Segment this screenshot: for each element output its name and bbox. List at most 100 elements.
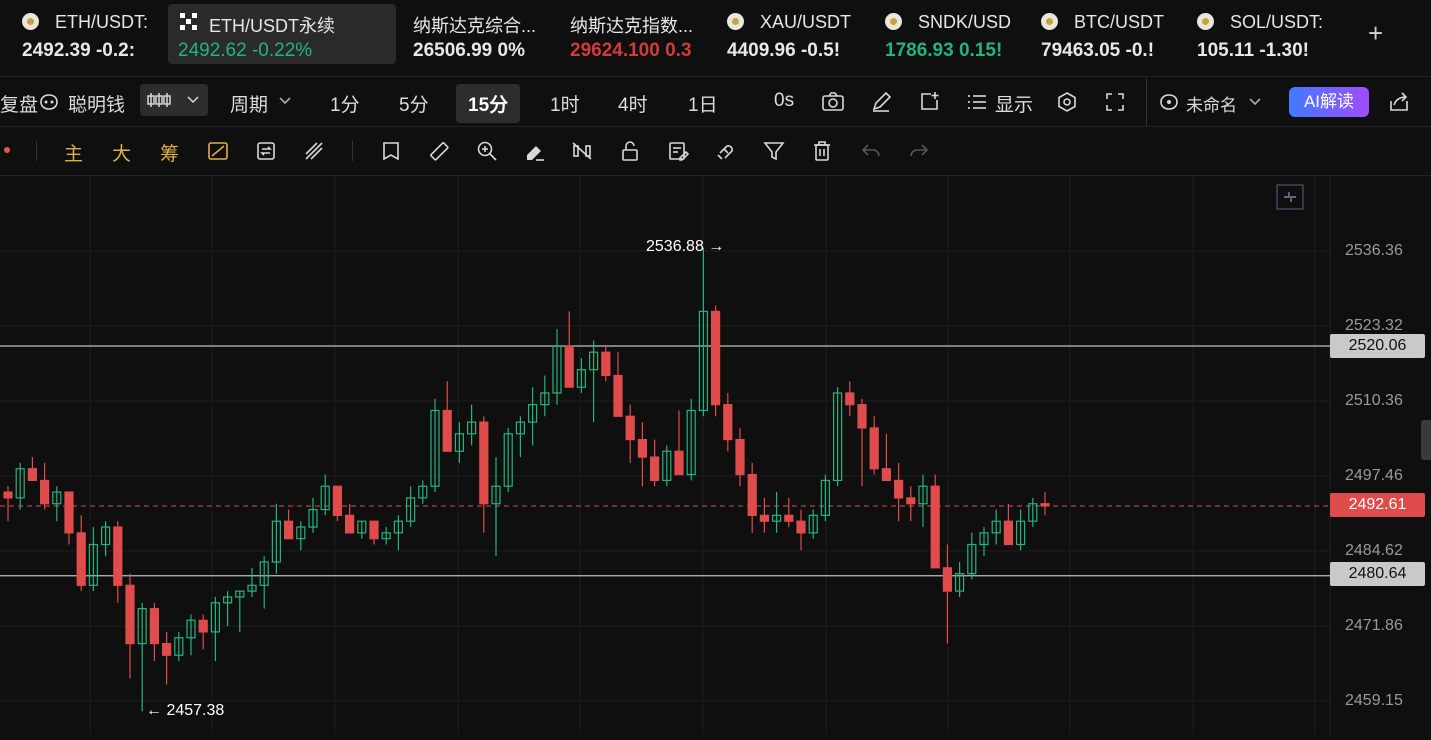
candle-body [845, 392, 855, 406]
filter-icon[interactable] [763, 140, 785, 162]
hide-drawings-icon[interactable] [571, 140, 593, 162]
ticker-item[interactable]: SNDK/USD 1786.93 0.15! [885, 0, 1017, 72]
add-ticker-icon[interactable]: + [1368, 18, 1383, 49]
resistance-price-tag[interactable]: 2520.06 [1330, 334, 1425, 358]
sync-icon[interactable] [255, 140, 277, 162]
zoom-in-icon[interactable] [476, 140, 498, 162]
pencil-icon[interactable] [870, 91, 892, 113]
ticker-price: 79463.05 -0.! [1041, 40, 1155, 61]
ticker-name: ETH/USDT永续 [209, 16, 335, 36]
candle-body [857, 404, 867, 429]
bookmark-icon[interactable] [380, 140, 402, 162]
fullscreen-icon[interactable] [1104, 91, 1126, 113]
interval-5分[interactable]: 5分 [399, 90, 429, 117]
share-icon[interactable] [1388, 91, 1410, 113]
undo-icon[interactable] [860, 140, 882, 162]
ticker-item[interactable]: SOL/USDT: 105.11 -1.30! [1197, 0, 1329, 72]
compare-icon[interactable] [207, 140, 229, 162]
candle-body [759, 514, 770, 522]
edit-note-icon[interactable] [667, 140, 689, 162]
candle-body [625, 415, 635, 441]
candle-body [479, 421, 489, 505]
ticker-price: 2492.39 -0.2: [22, 40, 136, 61]
settings-icon[interactable] [1056, 91, 1078, 113]
ticker-price: 26506.99 0% [413, 40, 525, 61]
interval-1分[interactable]: 1分 [330, 90, 360, 117]
ticker-item[interactable]: 纳斯达克综合... 26506.99 0% [413, 0, 553, 72]
interval-1时[interactable]: 1时 [550, 90, 580, 117]
coin-icon [1197, 13, 1214, 30]
ticker-name: BTC/USDT [1074, 12, 1164, 32]
low-price-label: ← 2457.38 [146, 702, 225, 719]
y-axis-tick: 2510.36 [1345, 392, 1403, 409]
ticker-item[interactable]: ETH/USDT永续 2492.62 -0.22% [168, 4, 396, 64]
trend-tool-icon[interactable] [303, 140, 325, 162]
candle-body [64, 491, 74, 534]
ticker-item[interactable]: XAU/USDT 4409.96 -0.5! [727, 0, 859, 72]
ticker-item[interactable]: 纳斯达克指数... 29624.100 0.3 [570, 0, 710, 72]
big-order-button[interactable]: 大 [112, 139, 131, 166]
coin-icon [885, 13, 902, 30]
ai-interpret-button[interactable]: AI解读 [1289, 87, 1369, 117]
layout-name-dropdown[interactable]: 未命名 [1186, 91, 1237, 116]
coin-icon [1041, 13, 1058, 30]
countdown-label: 0s [774, 90, 795, 111]
drawing-toolbar: 主 大 筹 [0, 127, 1431, 176]
interval-15分[interactable]: 15分 [456, 84, 521, 123]
candle-body [723, 404, 733, 441]
ruler-icon[interactable] [428, 140, 450, 162]
redo-icon[interactable] [908, 140, 930, 162]
side-panel-handle[interactable] [1421, 420, 1431, 460]
interval-1日[interactable]: 1日 [688, 90, 718, 117]
candle-body [796, 520, 806, 534]
add-indicator-icon[interactable] [918, 91, 940, 113]
ticker-name: ETH/USDT: [55, 12, 149, 32]
chart-canvas[interactable] [0, 176, 1431, 735]
y-axis-tick: 2471.86 [1345, 617, 1403, 634]
y-axis-tick: 2484.62 [1345, 542, 1403, 559]
ticker-price: 105.11 -1.30! [1197, 40, 1309, 61]
candle-body [613, 374, 623, 417]
candle-body [345, 514, 355, 534]
chevron-down-icon [1248, 97, 1262, 107]
support-price-tag[interactable]: 2480.64 [1330, 562, 1425, 586]
smart-money-button[interactable]: 聪明钱 [68, 90, 125, 117]
main-toolbar: 复盘 聪明钱 周期 1分 5分 15分 1时 4时 1日 0s 显示 未命名 [0, 78, 1431, 127]
chips-button[interactable]: 筹 [160, 139, 179, 166]
collapse-chart-icon[interactable] [1276, 184, 1304, 210]
magnet-icon[interactable] [715, 140, 737, 162]
ticker-bar: ETH/USDT: 2492.39 -0.2: ETH/USDT永续 2492.62 … [0, 0, 1431, 77]
period-dropdown[interactable]: 周期 [230, 90, 268, 117]
main-indicator-button[interactable]: 主 [64, 139, 83, 166]
ticker-price: 4409.96 -0.5! [727, 40, 841, 61]
replay-button[interactable]: 复盘 [0, 90, 38, 117]
y-axis-tick: 2459.15 [1345, 692, 1403, 709]
candle-body [1003, 520, 1014, 546]
cloud-icon [1158, 92, 1180, 112]
y-axis-tick: 2536.36 [1345, 242, 1403, 259]
chevron-down-icon [278, 96, 292, 106]
candle-body [881, 468, 892, 482]
candle-body [564, 345, 574, 388]
interval-4时[interactable]: 4时 [618, 90, 648, 117]
candle-body [284, 520, 294, 540]
camera-icon[interactable] [821, 91, 845, 113]
eraser-icon[interactable] [524, 140, 546, 162]
candle-body [735, 439, 745, 476]
list-icon[interactable] [967, 92, 987, 112]
toolbar-divider [352, 141, 353, 161]
candle-body [198, 619, 208, 633]
trash-icon[interactable] [811, 140, 833, 162]
chart-type-selector[interactable] [140, 84, 208, 116]
ticker-item[interactable]: BTC/USDT 79463.05 -0.! [1041, 0, 1173, 72]
candle-body [113, 526, 123, 586]
ticker-item[interactable]: ETH/USDT: 2492.39 -0.2: [22, 0, 157, 72]
okx-logo-icon [180, 13, 197, 35]
candle-body [906, 497, 916, 505]
candle-body [637, 439, 648, 458]
lock-icon[interactable] [619, 140, 641, 162]
candle-body [649, 456, 660, 482]
coin-icon [727, 13, 744, 30]
display-button[interactable]: 显示 [995, 90, 1033, 117]
candlestick-chart[interactable]: 2536.88 → ← 2457.38 2536.36 2523.32 2510… [0, 176, 1431, 735]
